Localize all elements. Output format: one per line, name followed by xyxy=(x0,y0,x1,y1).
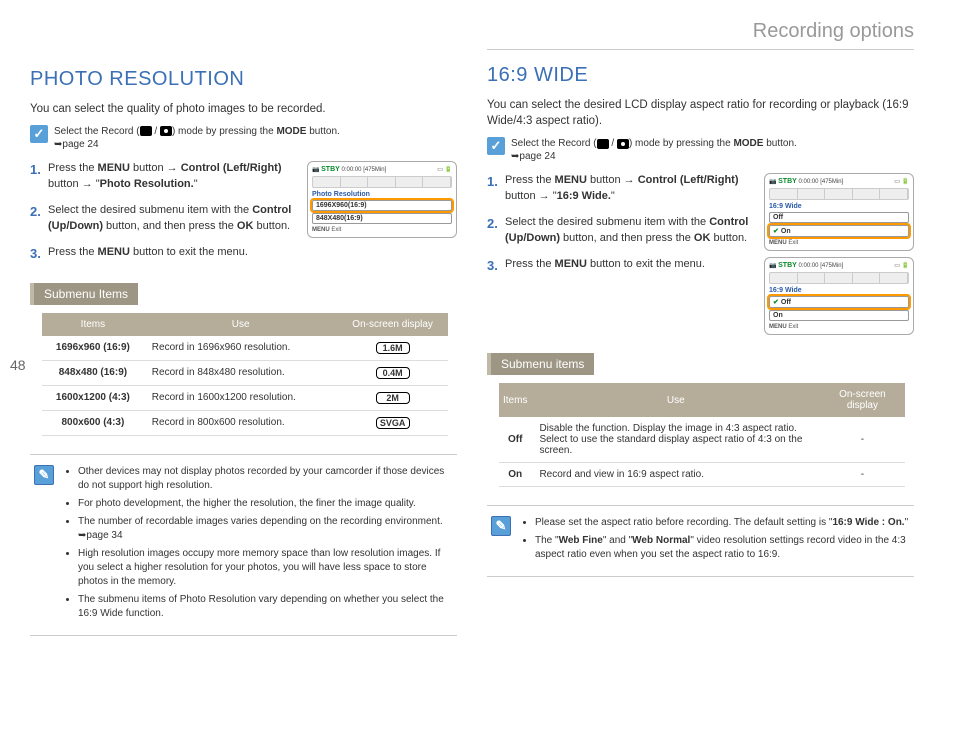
table-row: 1696x960 (16:9)Record in 1696x960 resolu… xyxy=(42,336,448,361)
check-icon: ✓ xyxy=(30,125,48,143)
step-2: Select the desired submenu item with the… xyxy=(30,203,297,235)
step-1: Press the MENU button → Control (Left/Ri… xyxy=(487,173,754,205)
table-row: 848x480 (16:9)Record in 848x480 resoluti… xyxy=(42,360,448,385)
table-row: OffDisable the function. Display the ima… xyxy=(499,417,905,463)
step-3: Press the MENU button to exit the menu. xyxy=(487,257,754,273)
steps-list: Press the MENU button → Control (Left/Ri… xyxy=(487,173,754,273)
camera-icon xyxy=(160,126,172,136)
note-item: The submenu items of Photo Resolution va… xyxy=(78,593,453,621)
th-use: Use xyxy=(531,383,820,417)
page-header: Recording options xyxy=(487,20,914,50)
page-content: PHOTO RESOLUTION You can select the qual… xyxy=(0,0,954,730)
note-item: For photo development, the higher the re… xyxy=(78,497,453,511)
mode-note-text: Select the Record ( / ) mode by pressing… xyxy=(54,125,340,151)
resolution-badge-icon: 2M xyxy=(376,392,410,404)
resolution-badge-icon: 1.6M xyxy=(376,342,410,354)
th-osd: On-screen display xyxy=(820,383,904,417)
th-osd: On-screen display xyxy=(338,313,448,336)
note-icon: ✎ xyxy=(491,516,511,536)
notes-box: ✎ Please set the aspect ratio before rec… xyxy=(487,505,914,577)
note-icon: ✎ xyxy=(34,465,54,485)
left-column: PHOTO RESOLUTION You can select the qual… xyxy=(30,20,457,710)
note-item: Other devices may not display photos rec… xyxy=(78,465,453,493)
camcorder-icon xyxy=(140,126,152,136)
table-row: 1600x1200 (4:3)Record in 1600x1200 resol… xyxy=(42,385,448,410)
lead-text: You can select the desired LCD display a… xyxy=(487,97,914,129)
th-use: Use xyxy=(144,313,338,336)
section-title-photo-resolution: PHOTO RESOLUTION xyxy=(30,68,457,91)
notes-box: ✎ Other devices may not display photos r… xyxy=(30,454,457,636)
notes-list: Please set the aspect ratio before recor… xyxy=(519,516,910,566)
table-row: 800x600 (4:3)Record in 800x600 resolutio… xyxy=(42,410,448,435)
note-item: The "Web Fine" and "Web Normal" video re… xyxy=(535,534,910,562)
page-number: 48 xyxy=(10,357,26,373)
step-2: Select the desired submenu item with the… xyxy=(487,215,754,247)
mode-note-text: Select the Record ( / ) mode by pressing… xyxy=(511,137,797,163)
options-table: Items Use On-screen display 1696x960 (16… xyxy=(42,313,448,436)
check-icon: ✓ xyxy=(487,137,505,155)
right-column: Recording options 16:9 WIDE You can sele… xyxy=(487,20,914,710)
lcd-screenshot: 📷 STBY 0:00:00 [475Min]▭ 🔋 Photo Resolut… xyxy=(307,161,457,238)
notes-list: Other devices may not display photos rec… xyxy=(62,465,453,625)
step-3: Press the MENU button to exit the menu. xyxy=(30,245,297,261)
note-item: Please set the aspect ratio before recor… xyxy=(535,516,910,530)
note-item: The number of recordable images varies d… xyxy=(78,515,453,543)
th-items: Items xyxy=(42,313,144,336)
submenu-label: Submenu Items xyxy=(30,283,138,305)
steps-list: Press the MENU button → Control (Left/Ri… xyxy=(30,161,297,261)
th-items: Items xyxy=(499,383,531,417)
mode-note: ✓ Select the Record ( / ) mode by pressi… xyxy=(30,125,457,151)
camcorder-icon xyxy=(597,139,609,149)
note-item: High resolution images occupy more memor… xyxy=(78,547,453,589)
lcd-screenshot: 📷 STBY 0:00:00 [475Min]▭ 🔋 16:9 Wide ✔Of… xyxy=(764,257,914,335)
mode-note: ✓ Select the Record ( / ) mode by pressi… xyxy=(487,137,914,163)
lead-text: You can select the quality of photo imag… xyxy=(30,101,457,117)
options-table: Items Use On-screen display OffDisable t… xyxy=(499,383,905,487)
camera-icon xyxy=(617,139,629,149)
lcd-screenshot: 📷 STBY 0:00:00 [475Min]▭ 🔋 16:9 Wide Off… xyxy=(764,173,914,251)
table-row: OnRecord and view in 16:9 aspect ratio.- xyxy=(499,463,905,487)
step-1: Press the MENU button → Control (Left/Ri… xyxy=(30,161,297,193)
section-title-169-wide: 16:9 WIDE xyxy=(487,64,914,87)
resolution-badge-icon: SVGA xyxy=(376,417,410,429)
resolution-badge-icon: 0.4M xyxy=(376,367,410,379)
submenu-label: Submenu items xyxy=(487,353,594,375)
